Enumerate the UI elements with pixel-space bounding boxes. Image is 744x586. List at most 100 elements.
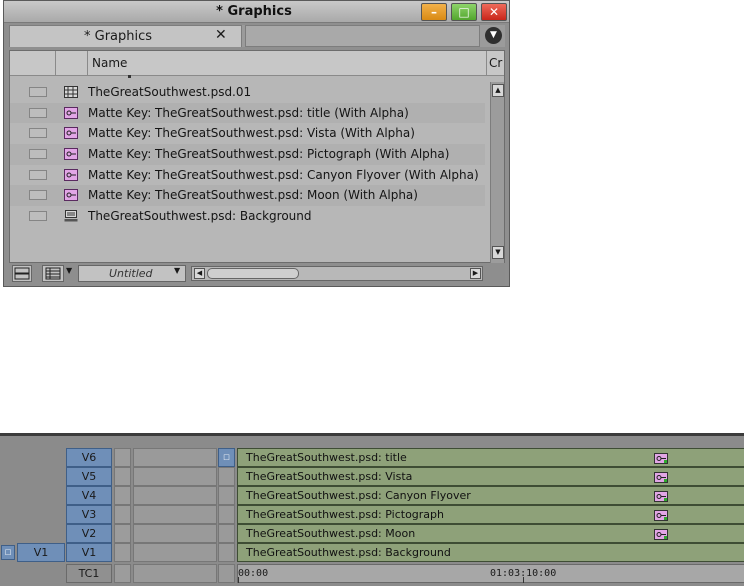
vertical-scrollbar[interactable]: ▲ ▼ (490, 82, 504, 263)
tab-label: * Graphics (84, 29, 153, 44)
track-lock-button[interactable] (114, 524, 131, 543)
tab-close-icon[interactable]: ✕ (215, 27, 227, 43)
bin-item-name: Matte Key: TheGreatSouthwest.psd: Vista … (88, 126, 415, 141)
clip-thumbnail-box[interactable] (29, 149, 47, 160)
clip-thumbnail-box[interactable] (29, 107, 47, 118)
bin-view-selector[interactable]: Untitled (78, 265, 186, 282)
clip-thumbnail-box[interactable] (29, 128, 47, 139)
source-track-button[interactable]: V1 (17, 543, 65, 562)
scroll-up-arrow-icon[interactable]: ▲ (492, 84, 504, 97)
sync-lock-area[interactable] (133, 564, 217, 583)
bin-item-row[interactable]: Matte Key: TheGreatSouthwest.psd: title … (10, 102, 485, 124)
record-track-button[interactable]: V6 (66, 448, 112, 467)
clip-thumbnail-box[interactable] (29, 190, 47, 201)
master-clip-icon (64, 210, 78, 222)
track-lock-button[interactable] (114, 564, 131, 583)
track-lock-button[interactable] (114, 448, 131, 467)
minimize-button[interactable]: – (421, 3, 447, 21)
track-lock-button[interactable] (114, 467, 131, 486)
video-monitor-toggle[interactable] (218, 543, 235, 562)
view-menu-arrow-icon[interactable]: ▼ (66, 266, 76, 283)
clip-name: TheGreatSouthwest.psd: Moon (246, 527, 416, 540)
frame-view-icon (14, 267, 30, 280)
bin-item-row[interactable]: Matte Key: TheGreatSouthwest.psd: Moon (… (10, 185, 485, 207)
timeline-clip[interactable]: TheGreatSouthwest.psd: title (237, 448, 744, 467)
close-window-button[interactable]: ✕ (481, 3, 507, 21)
clip-name: TheGreatSouthwest.psd: Pictograph (246, 508, 444, 521)
bin-item-row[interactable]: Matte Key: TheGreatSouthwest.psd: Canyon… (10, 165, 485, 186)
record-track-button[interactable]: V3 (66, 505, 112, 524)
timeline-clip[interactable]: TheGreatSouthwest.psd: Moon (237, 524, 744, 543)
tab-empty-area (245, 25, 480, 47)
maximize-button[interactable]: □ (451, 3, 477, 21)
bin-list: Name Cr TheGreatSouthwest.psd.01 Matte K… (9, 50, 505, 263)
track-lock-button[interactable] (114, 543, 131, 562)
video-monitor-toggle[interactable] (218, 486, 235, 505)
clip-name: TheGreatSouthwest.psd: Canyon Flyover (246, 489, 471, 502)
sync-lock-area[interactable] (133, 505, 217, 524)
sync-lock-area[interactable] (133, 486, 217, 505)
record-track-button[interactable]: V2 (66, 524, 112, 543)
window-title-bar[interactable]: * Graphics – □ ✕ (4, 1, 509, 23)
scroll-thumb[interactable] (207, 268, 299, 279)
graphics-bin-window: * Graphics – □ ✕ * Graphics ✕ ▼ Name Cr … (3, 0, 510, 287)
record-track-button[interactable]: V5 (66, 467, 112, 486)
timecode-start: 00:00 (238, 568, 269, 579)
matte-key-icon (64, 168, 78, 181)
timeline-clip[interactable]: TheGreatSouthwest.psd: Vista (237, 467, 744, 486)
horizontal-scrollbar[interactable]: ◀ ▶ (191, 266, 483, 281)
video-monitor-icon[interactable]: □ (218, 448, 235, 467)
video-monitor-toggle[interactable] (218, 524, 235, 543)
bin-item-name: Matte Key: TheGreatSouthwest.psd: Canyon… (88, 167, 479, 182)
bin-view-dropdown-icon[interactable]: ▼ (174, 266, 184, 283)
bin-item-row[interactable]: Matte Key: TheGreatSouthwest.psd: Pictog… (10, 144, 485, 165)
track-lock-button[interactable] (114, 505, 131, 524)
clip-thumbnail-box[interactable] (29, 169, 47, 180)
timecode-marker: 01:03:10:00 (490, 568, 557, 579)
video-monitor-toggle[interactable] (218, 467, 235, 486)
video-monitor-toggle[interactable] (218, 505, 235, 524)
scroll-right-arrow-icon[interactable]: ▶ (470, 268, 481, 279)
header-icon-column[interactable] (56, 51, 88, 76)
bin-fast-menu-icon[interactable]: ▼ (485, 27, 502, 44)
sync-lock-area[interactable] (133, 448, 217, 467)
tc-monitor-toggle[interactable] (218, 564, 235, 583)
header-select-column[interactable] (10, 51, 56, 76)
tab-graphics[interactable]: * Graphics ✕ (9, 25, 242, 47)
timeline-clip[interactable]: TheGreatSouthwest.psd: Background (237, 543, 744, 562)
timeline-top-border (0, 433, 744, 436)
record-track-button[interactable]: V4 (66, 486, 112, 505)
sync-lock-area[interactable] (133, 543, 217, 562)
list-view-button[interactable] (42, 265, 64, 282)
scroll-left-arrow-icon[interactable]: ◀ (194, 268, 205, 279)
bin-item-row[interactable]: TheGreatSouthwest.psd: Background (10, 206, 485, 227)
track-tc1: TC1 00:00 01:03:10:00 (0, 564, 744, 583)
bin-item-name: Matte Key: TheGreatSouthwest.psd: Moon (… (88, 188, 418, 203)
timeline-clip[interactable]: TheGreatSouthwest.psd: Pictograph (237, 505, 744, 524)
timecode-ruler[interactable]: 00:00 01:03:10:00 (237, 564, 744, 583)
sync-lock-area[interactable] (133, 467, 217, 486)
timeline-clip[interactable]: TheGreatSouthwest.psd: Canyon Flyover (237, 486, 744, 505)
scroll-down-arrow-icon[interactable]: ▼ (492, 246, 504, 259)
track-lock-button[interactable] (114, 486, 131, 505)
timeline-panel: V6 □ TheGreatSouthwest.psd: title V5 The… (0, 433, 744, 586)
record-track-button[interactable]: V1 (66, 543, 112, 562)
bin-item-name: TheGreatSouthwest.psd: Background (88, 209, 312, 224)
matte-key-icon (654, 510, 668, 521)
matte-key-icon (64, 106, 78, 119)
header-creation-column[interactable]: Cr (487, 51, 504, 76)
bin-item-name: Matte Key: TheGreatSouthwest.psd: Pictog… (88, 147, 450, 162)
clip-thumbnail-box[interactable] (29, 211, 47, 222)
bin-item-row[interactable]: TheGreatSouthwest.psd.01 (10, 82, 485, 103)
header-name-column[interactable]: Name (88, 51, 487, 76)
source-monitor-icon[interactable]: □ (1, 545, 15, 560)
frame-view-button[interactable] (12, 265, 32, 282)
sync-lock-area[interactable] (133, 524, 217, 543)
matte-key-icon (654, 491, 668, 502)
track-v3: V3 TheGreatSouthwest.psd: Pictograph (0, 505, 744, 524)
track-v6: V6 □ TheGreatSouthwest.psd: title (0, 448, 744, 467)
bin-item-row[interactable]: Matte Key: TheGreatSouthwest.psd: Vista … (10, 123, 485, 144)
timecode-track-label[interactable]: TC1 (66, 564, 112, 583)
column-header-row: Name Cr (10, 51, 504, 76)
clip-thumbnail-box[interactable] (29, 87, 47, 97)
